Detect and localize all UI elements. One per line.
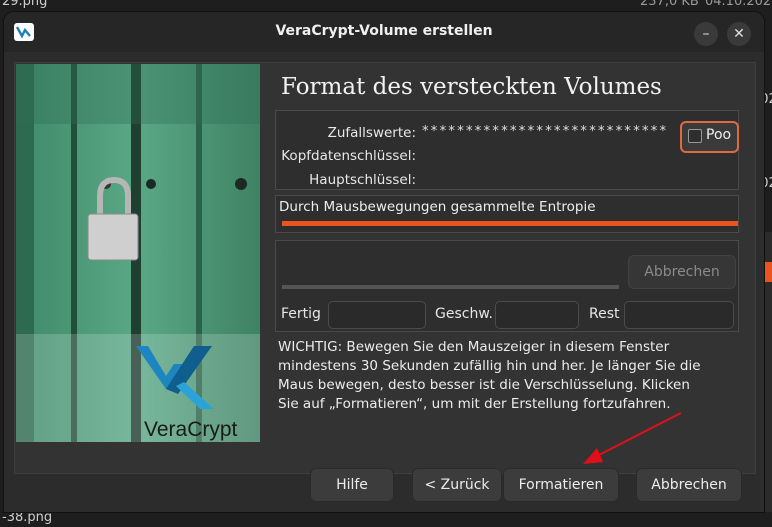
minimize-button[interactable]: –	[694, 22, 718, 46]
random-values-display: ****************************	[422, 124, 669, 139]
annotation-arrow-icon	[583, 412, 682, 464]
speed-label: Geschw.	[435, 306, 493, 322]
padlock-door-image: VeraCrypt	[16, 64, 260, 442]
bg-filename-bottom: -38.png	[2, 510, 53, 525]
entropy-label: Durch Mausbewegungen gesammelte Entropie	[279, 199, 596, 215]
pool-checkbox-box[interactable]	[688, 129, 702, 143]
pool-checkbox[interactable]: Poo	[680, 121, 739, 153]
bg-filename-top: 29.png	[2, 0, 48, 9]
random-values-label: Zufallswerte:	[327, 125, 416, 141]
abort-format-button[interactable]: Abbrechen	[628, 255, 736, 289]
cancel-button[interactable]: Abbrechen	[636, 468, 742, 502]
page-title: Format des versteckten Volumes	[281, 74, 662, 100]
window-title: VeraCrypt-Volume erstellen	[275, 23, 493, 39]
master-key-label: Hauptschlüssel:	[309, 172, 416, 188]
padlock-illustration: VeraCrypt	[16, 64, 260, 442]
title-bar[interactable]: VeraCrypt-Volume erstellen – ✕	[4, 12, 764, 52]
header-key-label: Kopfdatenschlüssel:	[281, 148, 416, 164]
warning-text: WICHTIG: Bewegen Sie den Mauszeiger in d…	[278, 339, 701, 412]
done-label: Fertig	[281, 306, 321, 322]
bg-size-text: 237,0 KB	[640, 0, 699, 9]
format-button[interactable]: Formatieren	[503, 468, 619, 502]
pool-checkbox-label: Poo	[706, 127, 732, 143]
remaining-field	[624, 301, 734, 329]
entropy-progress-fill	[282, 221, 738, 226]
bg-date-text: 04.10.202	[705, 0, 772, 9]
veracrypt-brand-text: VeraCrypt	[144, 418, 238, 441]
close-button[interactable]: ✕	[727, 22, 751, 46]
entropy-progress-bar	[282, 221, 738, 226]
help-button[interactable]: Hilfe	[310, 468, 394, 502]
format-progress-bar	[282, 285, 619, 289]
remaining-label: Rest	[589, 306, 620, 322]
done-field	[328, 301, 426, 329]
back-button[interactable]: < Zurück	[412, 468, 502, 502]
speed-field	[495, 301, 579, 329]
